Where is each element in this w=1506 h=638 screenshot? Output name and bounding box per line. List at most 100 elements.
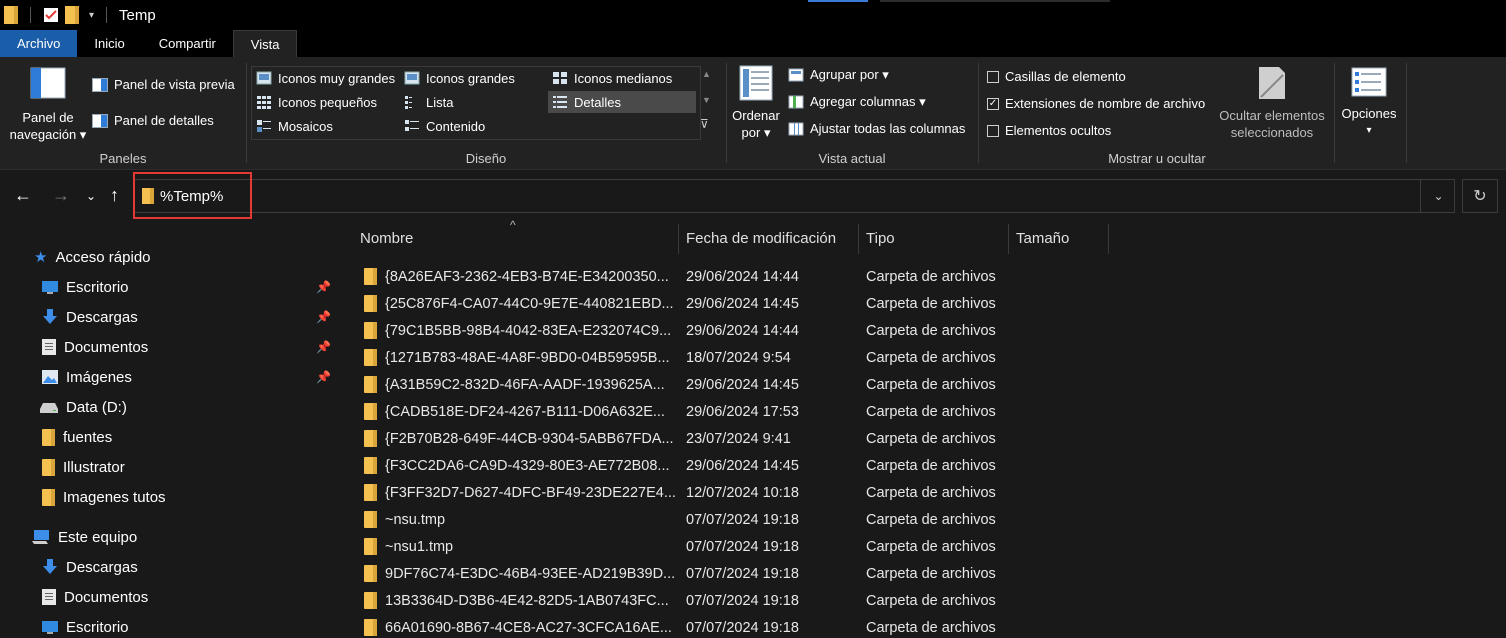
properties-icon[interactable] — [43, 7, 59, 23]
pin-icon[interactable]: 📌 — [316, 370, 331, 384]
address-dropdown-icon[interactable]: ⌄ — [1420, 179, 1456, 213]
tab-compartir[interactable]: Compartir — [142, 30, 233, 57]
recent-locations-chevron-icon[interactable]: ⌄ — [86, 189, 96, 203]
folder-icon — [42, 458, 55, 476]
gallery-expand-icon[interactable]: ⊽ — [700, 117, 709, 131]
pin-icon[interactable]: 📌 — [316, 340, 331, 354]
sidebar-item-label: Descargas — [66, 308, 138, 326]
sidebar-item-descargas[interactable]: Descargas — [42, 302, 138, 332]
file-date: 07/07/2024 19:18 — [686, 511, 799, 528]
nav-pane-label-1: Panel de — [22, 110, 74, 125]
sidebar-item-imagenes[interactable]: Imágenes — [42, 362, 132, 392]
navigation-pane-button[interactable]: Panel de navegación ▾ — [8, 67, 88, 143]
fit-columns-button[interactable]: Ajustar todas las columnas — [788, 121, 965, 136]
table-row[interactable]: {1271B783-48AE-4A8F-9BD0-04B59595B... 18/… — [346, 344, 1146, 371]
gallery-scroll-down-icon[interactable]: ▼ — [702, 95, 711, 105]
table-row[interactable]: {8A26EAF3-2362-4EB3-B74E-E34200350... 29/… — [346, 263, 1146, 290]
sort-by-icon — [739, 65, 773, 101]
column-header-name[interactable]: Nombre — [360, 222, 680, 254]
file-extensions-option[interactable]: ✓ Extensiones de nombre de archivo — [987, 96, 1205, 111]
layout-list[interactable]: Lista — [400, 91, 457, 113]
ribbon-tabs: Archivo Inicio Compartir Vista — [0, 30, 1506, 57]
item-checkboxes-checkbox[interactable] — [987, 70, 999, 83]
sidebar-item-illustrator[interactable]: Illustrator — [42, 452, 125, 482]
sidebar-item-pc-descargas[interactable]: Descargas — [42, 552, 138, 582]
preview-pane-button[interactable]: Panel de vista previa — [92, 77, 235, 92]
table-row[interactable]: {F2B70B28-649F-44CB-9304-5ABB67FDA... 23/… — [346, 425, 1146, 452]
file-name: {A31B59C2-832D-46FA-AADF-1939625A... — [385, 376, 665, 393]
sidebar-item-label: Escritorio — [66, 278, 129, 296]
forward-arrow-icon[interactable]: → — [52, 185, 70, 206]
table-row[interactable]: 13B3364D-D3B6-4E42-82D5-1AB0743FC... 07/0… — [346, 587, 1146, 614]
sidebar-item-escritorio[interactable]: Escritorio — [42, 272, 129, 302]
sidebar-item-this-pc[interactable]: Este equipo — [32, 522, 137, 552]
new-folder-icon[interactable] — [65, 6, 79, 24]
add-columns-button[interactable]: Agregar columnas ▾ — [788, 94, 926, 110]
table-row[interactable]: {F3FF32D7-D627-4DFC-BF49-23DE227E4... 12/… — [346, 479, 1146, 506]
layout-group-label: Diseño — [465, 151, 507, 166]
layout-details[interactable]: Detalles — [548, 91, 696, 113]
refresh-icon[interactable]: ↻ — [1462, 179, 1498, 213]
hidden-items-checkbox[interactable] — [987, 124, 999, 137]
layout-large-icons[interactable]: Iconos grandes — [400, 67, 519, 89]
options-button[interactable]: Opciones ▾ — [1338, 67, 1400, 139]
item-checkboxes-option[interactable]: Casillas de elemento — [987, 69, 1126, 84]
group-by-button[interactable]: Agrupar por ▾ — [788, 67, 889, 83]
panes-group-label: Paneles — [99, 151, 147, 166]
up-arrow-icon[interactable]: ↑ — [110, 185, 119, 206]
column-header-date[interactable]: Fecha de modificación — [686, 222, 856, 254]
sort-by-button[interactable]: Ordenar por ▾ — [730, 65, 782, 141]
table-row[interactable]: {25C876F4-CA07-44C0-9E7E-440821EBD... 29/… — [346, 290, 1146, 317]
file-extensions-checkbox[interactable]: ✓ — [987, 97, 999, 110]
file-type: Carpeta de archivos — [866, 376, 996, 393]
add-columns-icon — [788, 95, 804, 109]
tab-vista[interactable]: Vista — [232, 30, 298, 57]
layout-small-icons[interactable]: Iconos pequeños — [252, 91, 381, 113]
pin-icon[interactable]: 📌 — [316, 280, 331, 294]
file-type: Carpeta de archivos — [866, 349, 996, 366]
sidebar-item-label: Data (D:) — [66, 398, 127, 416]
table-row[interactable]: 66A01690-8B67-4CE8-AC27-3CFCA16AE... 07/0… — [346, 614, 1146, 638]
column-divider[interactable] — [858, 224, 859, 254]
sidebar-item-documentos[interactable]: Documentos — [42, 332, 148, 362]
sidebar-item-pc-documentos[interactable]: Documentos — [42, 582, 148, 612]
table-row[interactable]: 9DF76C74-E3DC-46B4-93EE-AD219B39D... 07/0… — [346, 560, 1146, 587]
sidebar-item-imagenes-tutos[interactable]: Imagenes tutos — [42, 482, 166, 512]
table-row[interactable]: {F3CC2DA6-CA9D-4329-80E3-AE772B08... 29/0… — [346, 452, 1146, 479]
sidebar-item-fuentes[interactable]: fuentes — [42, 422, 112, 452]
column-divider[interactable] — [678, 224, 679, 254]
table-row[interactable]: {A31B59C2-832D-46FA-AADF-1939625A... 29/0… — [346, 371, 1146, 398]
sidebar-item-quick-access[interactable]: ★ Acceso rápido — [34, 242, 151, 272]
layout-tiles[interactable]: Mosaicos — [252, 115, 337, 137]
column-header-label: Nombre — [360, 229, 414, 247]
layout-extra-large-icons[interactable]: Iconos muy grandes — [252, 67, 399, 89]
pin-icon[interactable]: 📌 — [316, 310, 331, 324]
details-pane-button[interactable]: Panel de detalles — [92, 113, 214, 128]
tab-inicio[interactable]: Inicio — [77, 30, 141, 57]
table-row[interactable]: ~nsu.tmp 07/07/2024 19:18 Carpeta de archi… — [346, 506, 1146, 533]
customize-toolbar-icon[interactable]: ▾ — [89, 10, 94, 21]
navigation-pane: ★ Acceso rápido Escritorio 📌 Descargas 📌… — [0, 222, 336, 638]
tab-archivo[interactable]: Archivo — [0, 30, 78, 57]
hidden-items-option[interactable]: Elementos ocultos — [987, 123, 1111, 138]
layout-label: Mosaicos — [278, 118, 333, 134]
layout-content[interactable]: Contenido — [400, 115, 489, 137]
table-row[interactable]: ~nsu1.tmp 07/07/2024 19:18 Carpeta de arch… — [346, 533, 1146, 560]
layout-label: Iconos pequeños — [278, 94, 378, 110]
table-row[interactable]: {CADB518E-DF24-4267-B111-D06A632E... 29/0… — [346, 398, 1146, 425]
column-header-type[interactable]: Tipo — [866, 222, 1006, 254]
gallery-scroll-up-icon[interactable]: ▲ — [702, 69, 711, 79]
column-divider[interactable] — [1108, 224, 1109, 254]
address-bar[interactable] — [133, 179, 1455, 213]
hide-selected-button[interactable]: Ocultar elementos seleccionados — [1216, 65, 1328, 141]
layout-medium-icons[interactable]: Iconos medianos — [548, 67, 676, 89]
sidebar-item-data-d[interactable]: Data (D:) — [40, 392, 127, 422]
column-divider[interactable] — [1008, 224, 1009, 254]
file-name-cell: ~nsu1.tmp — [364, 538, 684, 555]
file-type: Carpeta de archivos — [866, 403, 996, 420]
column-header-size[interactable]: Tamaño — [1016, 222, 1106, 254]
back-arrow-icon[interactable]: ← — [14, 185, 32, 206]
address-input[interactable] — [160, 187, 1360, 205]
sidebar-item-pc-escritorio[interactable]: Escritorio — [42, 612, 129, 638]
table-row[interactable]: {79C1B5BB-98B4-4042-83EA-E232074C9... 29/… — [346, 317, 1146, 344]
